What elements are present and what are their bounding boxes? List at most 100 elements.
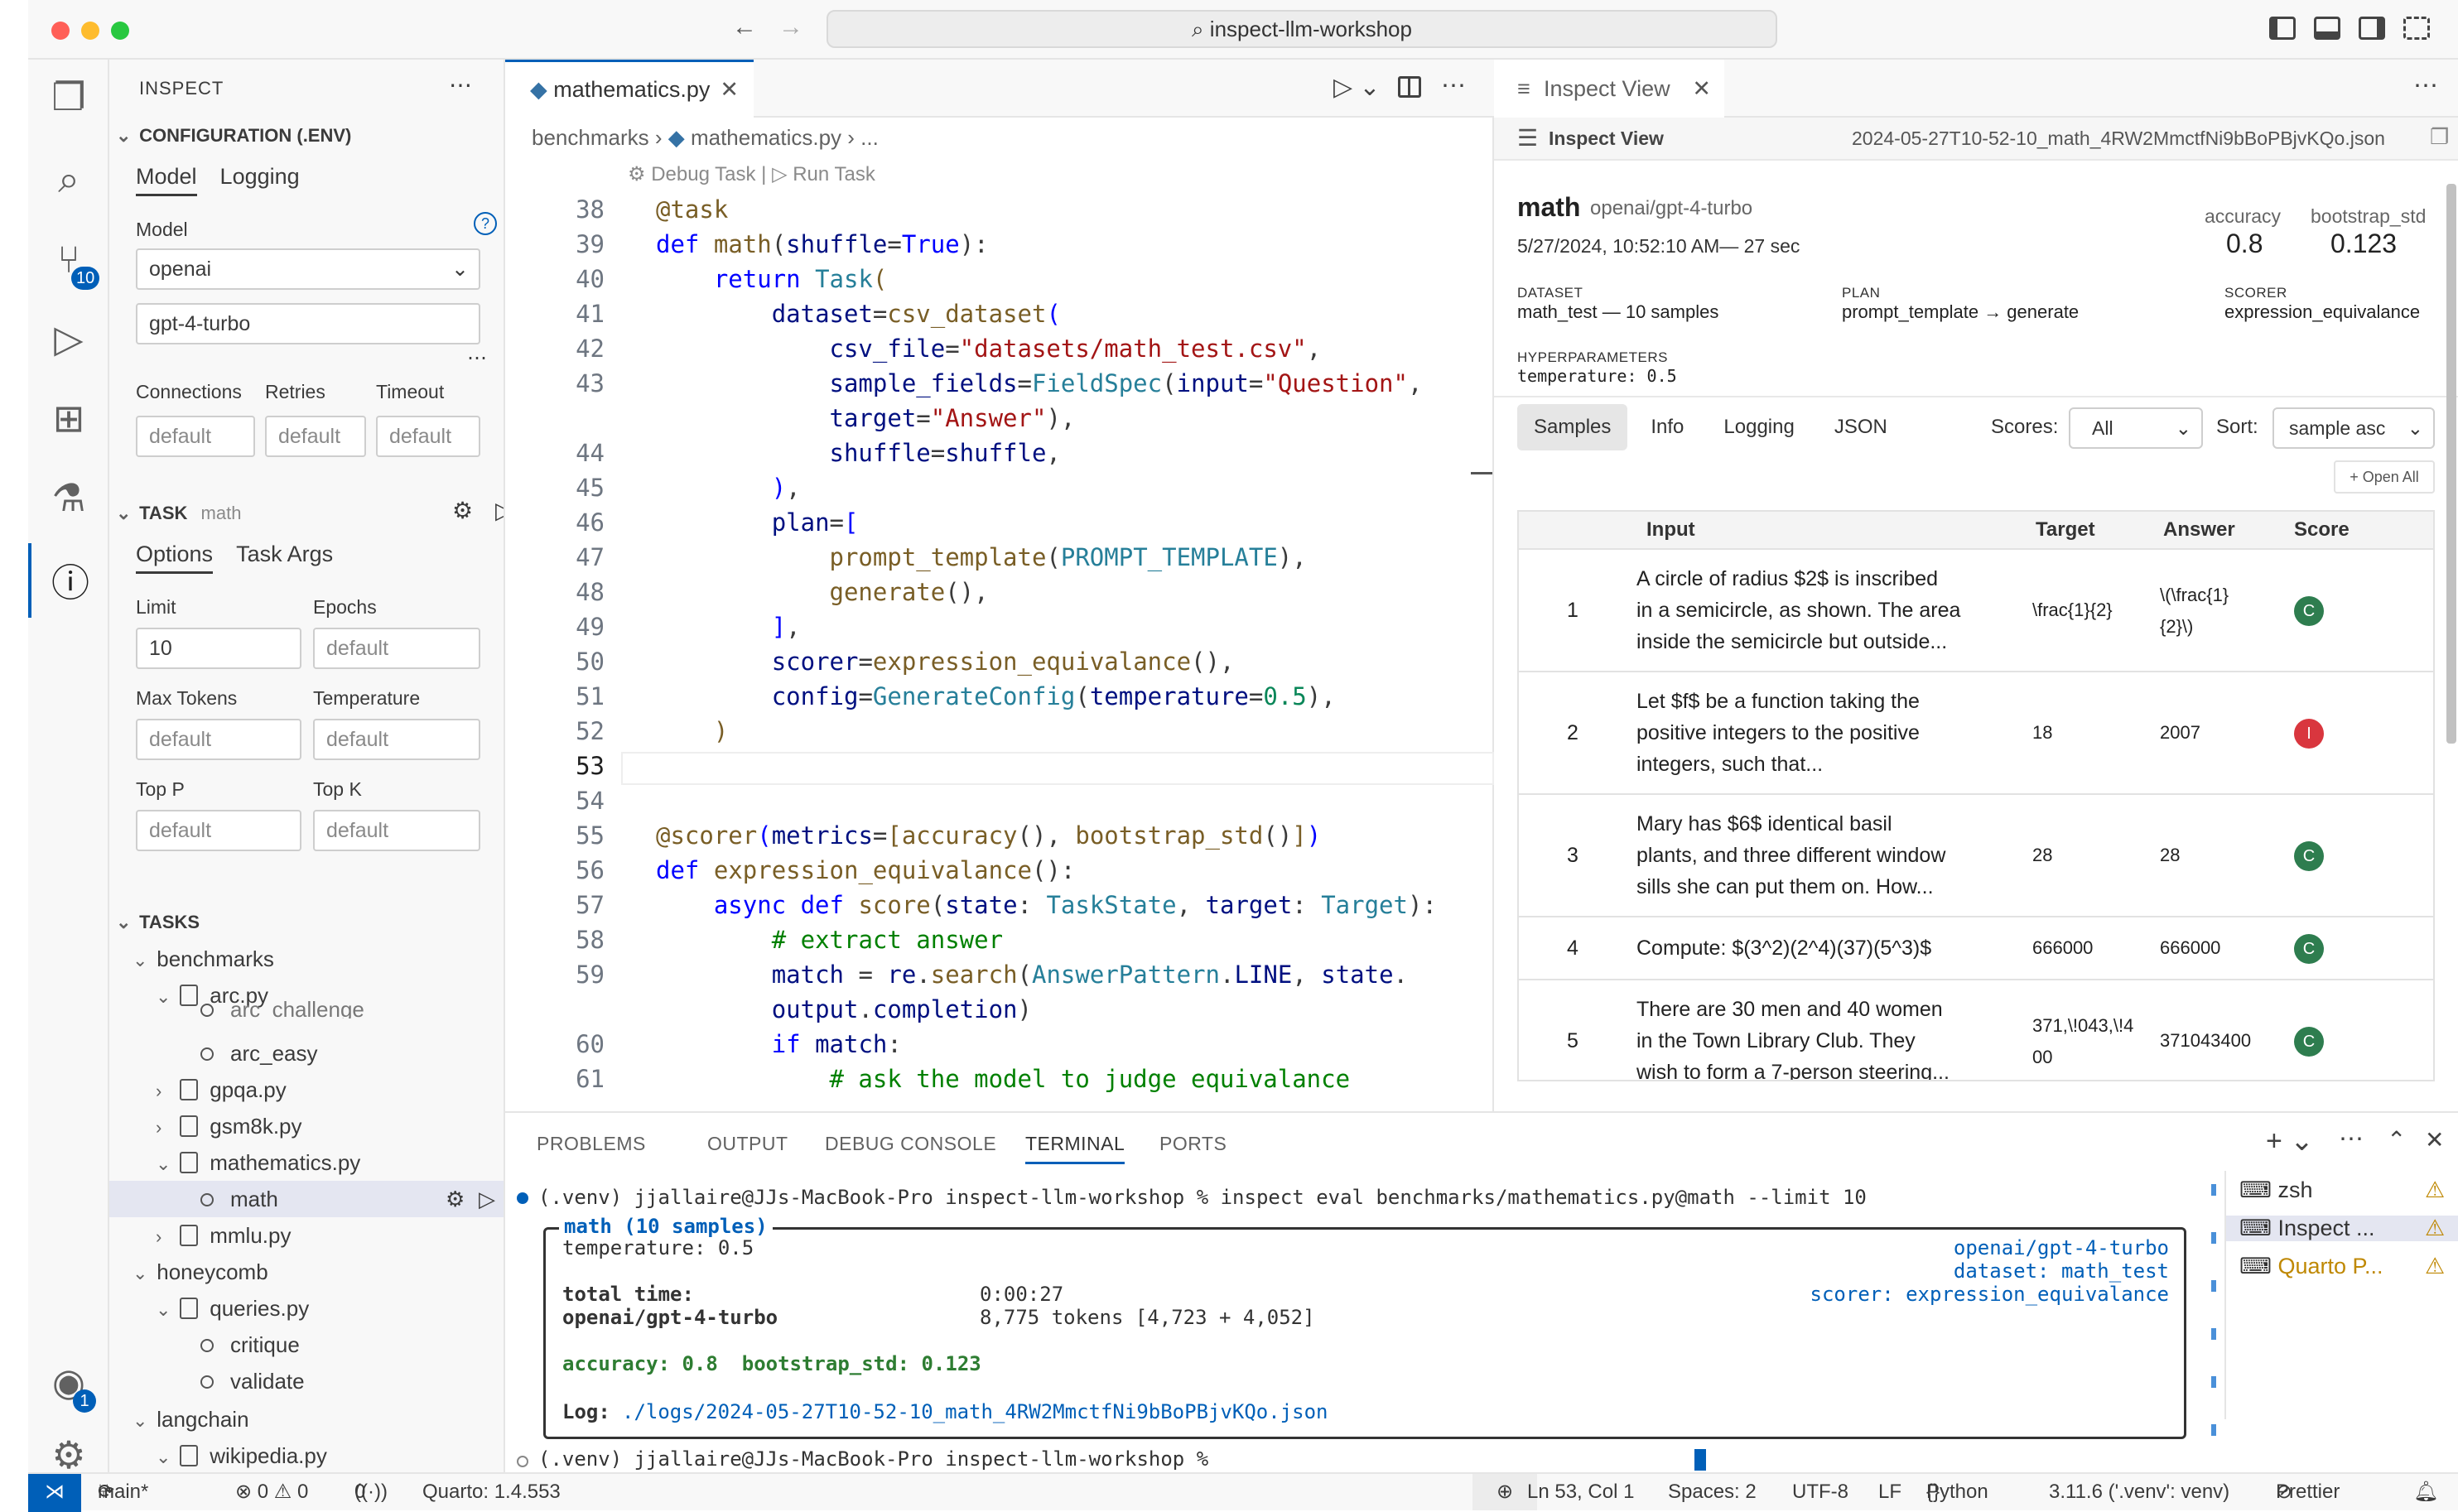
- split-editor-icon[interactable]: [1398, 76, 1421, 98]
- table-row[interactable]: 5 There are 30 men and 40 women in the To…: [1519, 979, 2433, 1080]
- tasks-section-header[interactable]: ⌄ TASKS: [109, 906, 504, 939]
- debug-task-codelens[interactable]: ⚙ Debug Task |: [628, 163, 766, 185]
- toggle-panel-icon[interactable]: [2314, 17, 2340, 40]
- cursor-position[interactable]: Ln 53, Col 1: [1527, 1474, 1634, 1510]
- top-k-input[interactable]: default: [313, 810, 480, 851]
- table-row[interactable]: 3 Mary has $6$ identical basil plants, an…: [1519, 793, 2433, 916]
- tab-task-args[interactable]: Task Args: [236, 542, 333, 571]
- close-window-button[interactable]: [51, 22, 70, 40]
- task-section-header[interactable]: ⌄ TASK math: [109, 497, 504, 530]
- toggle-secondary-sidebar-icon[interactable]: [2359, 17, 2385, 40]
- tree-file-mathematics[interactable]: ⌄ mathematics.py: [109, 1144, 504, 1181]
- inspect-info-icon[interactable]: ⓘ: [28, 543, 109, 618]
- run-debug-icon[interactable]: ▷: [28, 301, 109, 376]
- tab-terminal[interactable]: TERMINAL: [1025, 1133, 1125, 1164]
- run-task-icon[interactable]: ▷: [479, 1181, 495, 1217]
- max-tokens-input[interactable]: default: [136, 719, 301, 760]
- more-actions-icon[interactable]: ⋯: [2413, 71, 2438, 100]
- accounts-icon[interactable]: ◉ 1: [28, 1345, 109, 1419]
- forward-arrow-icon[interactable]: →: [778, 13, 803, 41]
- new-terminal-icon[interactable]: + ⌄: [2266, 1124, 2314, 1158]
- command-center-search[interactable]: ⌕ inspect-llm-workshop: [827, 10, 1777, 48]
- table-row[interactable]: 4 Compute: $(3^2)(2^4)(37)(5^3)$ 666000 …: [1519, 916, 2433, 979]
- testing-flask-icon[interactable]: ⚗: [28, 460, 109, 535]
- tree-task-validate[interactable]: validate: [109, 1363, 504, 1399]
- search-icon[interactable]: ⌕: [28, 142, 109, 217]
- back-arrow-icon[interactable]: ←: [732, 13, 757, 41]
- timeout-input[interactable]: default: [376, 416, 480, 457]
- close-icon[interactable]: ✕: [1692, 60, 1711, 118]
- tree-task-arc-easy[interactable]: arc_easy: [109, 1035, 504, 1071]
- maximize-panel-icon[interactable]: ⌃: [2387, 1126, 2406, 1153]
- tree-task-math[interactable]: math ⚙ ▷: [109, 1181, 504, 1217]
- terminal-zsh[interactable]: ⌨ zsh ⚠: [2239, 1177, 2445, 1203]
- tree-file-gsm8k[interactable]: › gsm8k.py: [109, 1108, 504, 1144]
- python-interpreter[interactable]: 3.11.6 ('.venv': venv): [2049, 1474, 2229, 1510]
- tab-options[interactable]: Options: [136, 542, 214, 574]
- model-input[interactable]: gpt-4-turbo: [136, 303, 480, 344]
- tree-file-wikipedia[interactable]: ⌄ wikipedia.py: [109, 1437, 504, 1472]
- more-actions-icon[interactable]: ⋯: [2339, 1124, 2364, 1153]
- scrollbar-thumb[interactable]: [2446, 184, 2456, 744]
- maximize-window-button[interactable]: [111, 22, 129, 40]
- epochs-input[interactable]: default: [313, 628, 480, 669]
- problems-count[interactable]: ⊗ 0 ⚠ 0: [235, 1474, 308, 1510]
- open-all-button[interactable]: + Open All: [2334, 460, 2435, 494]
- scores-select[interactable]: All ⌄: [2069, 407, 2203, 449]
- tree-task-arc-challenge[interactable]: arc_challenge: [109, 1000, 504, 1018]
- more-actions-icon[interactable]: ⋯: [449, 71, 472, 99]
- encoding[interactable]: UTF-8: [1792, 1474, 1848, 1510]
- menu-icon[interactable]: ☰: [1517, 124, 1538, 152]
- notifications-bell-icon[interactable]: 🔔︎: [2413, 1474, 2438, 1510]
- breadcrumb-benchmarks[interactable]: benchmarks: [532, 125, 649, 150]
- tree-file-queries[interactable]: ⌄ queries.py: [109, 1290, 504, 1327]
- table-row[interactable]: 2 Let $f$ be a function taking the positi…: [1519, 671, 2433, 793]
- tab-samples[interactable]: Samples: [1517, 404, 1628, 450]
- indentation[interactable]: Spaces: 2: [1668, 1474, 1757, 1510]
- breadcrumb-symbol[interactable]: ...: [860, 125, 879, 150]
- quarto-version[interactable]: Quarto: 1.4.553: [422, 1474, 561, 1510]
- terminal-quarto[interactable]: ⌨ Quarto P... ⚠: [2239, 1254, 2445, 1279]
- extensions-icon[interactable]: ⊞: [28, 381, 109, 455]
- tab-output[interactable]: OUTPUT: [707, 1133, 788, 1155]
- close-panel-icon[interactable]: ✕: [2425, 1126, 2444, 1153]
- retries-input[interactable]: default: [265, 416, 366, 457]
- help-icon[interactable]: ?: [474, 212, 497, 235]
- more-icon[interactable]: ⋯: [467, 346, 487, 370]
- tree-task-critique[interactable]: critique: [109, 1327, 504, 1363]
- tab-ports[interactable]: PORTS: [1159, 1133, 1227, 1155]
- minimize-window-button[interactable]: [81, 22, 99, 40]
- source-control-icon[interactable]: ⑂ 10: [28, 222, 109, 296]
- tab-json[interactable]: JSON: [1818, 404, 1904, 450]
- run-task-icon[interactable]: ▷: [495, 497, 504, 524]
- tab-problems[interactable]: PROBLEMS: [537, 1133, 646, 1155]
- tab-inspect-view[interactable]: ≡ Inspect View ✕: [1494, 60, 1724, 118]
- tree-folder-langchain[interactable]: ⌄ langchain: [109, 1401, 504, 1437]
- debug-task-icon[interactable]: ⚙: [452, 497, 473, 524]
- table-row[interactable]: 1 A circle of radius $2$ is inscribed in …: [1519, 548, 2433, 671]
- copy-icon[interactable]: ❐: [2430, 124, 2449, 150]
- tab-mathematics-py[interactable]: ◆ mathematics.py ✕: [505, 60, 754, 118]
- tab-info[interactable]: Info: [1634, 404, 1700, 450]
- tree-file-mmlu[interactable]: › mmlu.py: [109, 1217, 504, 1254]
- limit-input[interactable]: 10: [136, 628, 301, 669]
- tab-debug-console[interactable]: DEBUG CONSOLE: [825, 1133, 996, 1155]
- temperature-input[interactable]: default: [313, 719, 480, 760]
- provider-select[interactable]: openai ⌄: [136, 248, 480, 290]
- run-task-codelens[interactable]: ▷ Run Task: [772, 163, 875, 185]
- tab-logging[interactable]: Logging: [1707, 404, 1810, 450]
- line-ending[interactable]: LF: [1878, 1474, 1901, 1510]
- top-p-input[interactable]: default: [136, 810, 301, 851]
- tree-folder-benchmarks[interactable]: ⌄ benchmarks: [109, 941, 504, 977]
- toggle-primary-sidebar-icon[interactable]: [2269, 17, 2296, 40]
- terminal-scrollbar[interactable]: [2211, 1184, 2216, 1466]
- configuration-section-header[interactable]: ⌄ CONFIGURATION (.ENV): [109, 119, 504, 152]
- box-log-path[interactable]: ./logs/2024-05-27T10-52-10_math_4RW2Mmct…: [622, 1400, 1328, 1423]
- sort-select[interactable]: sample asc ⌄: [2272, 407, 2435, 449]
- tree-file-gpqa[interactable]: › gpqa.py: [109, 1071, 504, 1108]
- run-python-icon[interactable]: ▷ ⌄: [1333, 73, 1381, 102]
- tab-model[interactable]: Model: [136, 164, 197, 196]
- terminal-inspect[interactable]: ⌨ Inspect ... ⚠: [2226, 1216, 2458, 1241]
- close-icon[interactable]: ✕: [720, 62, 739, 117]
- connections-input[interactable]: default: [136, 416, 255, 457]
